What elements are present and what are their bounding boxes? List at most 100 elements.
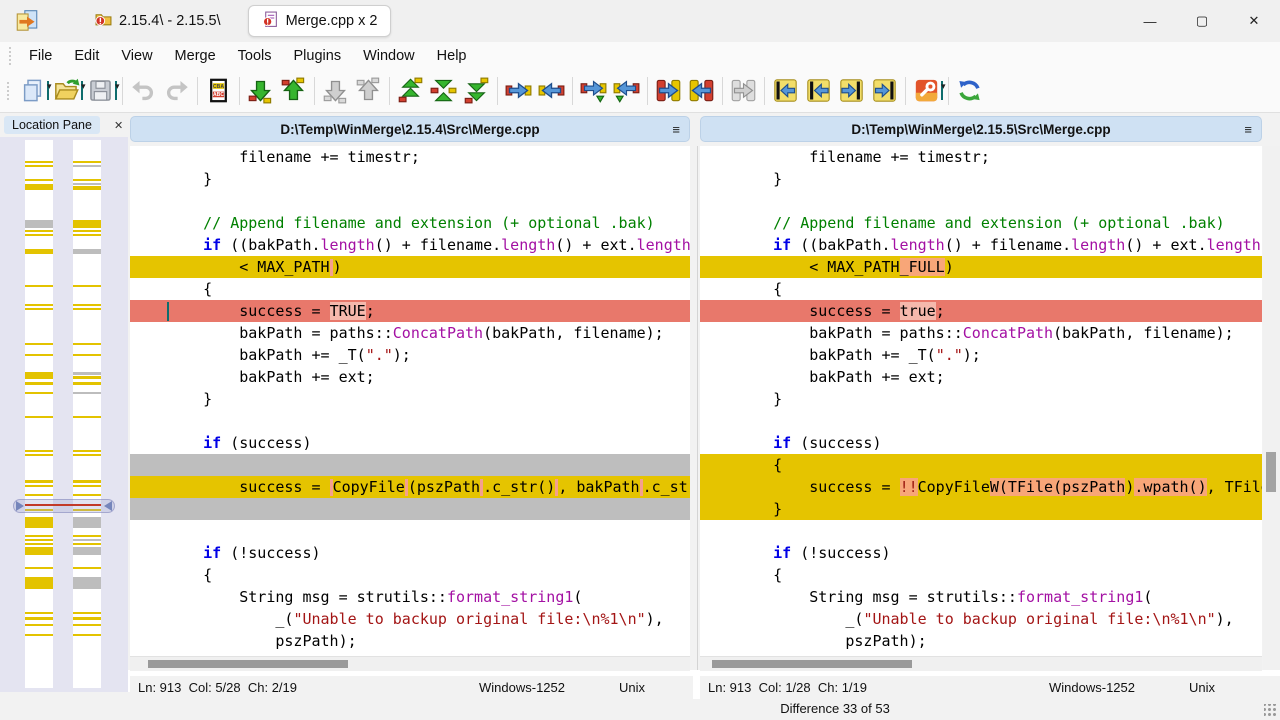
copy-left-advance-button[interactable] (610, 73, 643, 109)
menu-plugins[interactable]: Plugins (283, 45, 353, 67)
diff-location-bar[interactable] (25, 184, 53, 190)
refresh-button[interactable] (953, 73, 986, 109)
compare-abc-button[interactable]: CBAABC (202, 73, 235, 109)
resize-grip[interactable] (1264, 704, 1277, 717)
close-button[interactable]: ✕ (1228, 0, 1280, 42)
menu-merge[interactable]: Merge (164, 45, 227, 67)
diff-location-bar[interactable] (73, 485, 101, 487)
selected-diff-line[interactable]: success = true; (700, 300, 1262, 322)
code-line[interactable]: filename += timestr; (700, 146, 1262, 168)
diff-location-bar[interactable] (73, 392, 101, 394)
diff-location-bar[interactable] (73, 376, 101, 379)
diff-location-bar[interactable] (73, 234, 101, 236)
diff-location-bar[interactable] (25, 547, 53, 555)
location-pane-close-icon[interactable]: ✕ (114, 119, 123, 132)
new-file-dropdown-icon[interactable]: ▾ (47, 81, 49, 100)
diff-location-bar[interactable] (73, 454, 101, 456)
open-button[interactable]: ▾ (50, 73, 84, 109)
code-line[interactable]: bakPath += ext; (700, 366, 1262, 388)
code-line[interactable]: String msg = strutils::format_string1( (700, 586, 1262, 608)
diff-location-bar[interactable] (73, 382, 101, 385)
menu-edit[interactable]: Edit (63, 45, 110, 67)
code-line[interactable]: if ((bakPath.length() + filename.length(… (130, 234, 690, 256)
left-hscroll-thumb[interactable] (148, 660, 348, 668)
diff-location-bar[interactable] (73, 535, 101, 537)
conflict-prev-button[interactable] (352, 73, 385, 109)
diff-location-bar[interactable] (25, 220, 53, 228)
code-line[interactable] (130, 190, 690, 212)
diff-location-bar[interactable] (73, 308, 101, 310)
code-line[interactable]: bakPath += ext; (130, 366, 690, 388)
diff-location-bar[interactable] (25, 624, 53, 626)
copy-right-button[interactable] (502, 73, 535, 109)
left-code-area[interactable]: filename += timestr; } // Append filenam… (130, 146, 690, 656)
diff-location-bar[interactable] (73, 220, 101, 228)
location-view-indicator[interactable] (13, 499, 115, 513)
options-button[interactable]: ▾ (910, 73, 944, 109)
diff-location-bar[interactable] (25, 480, 53, 483)
diff-location-bar[interactable] (73, 186, 101, 190)
diff-location-bar[interactable] (73, 285, 101, 287)
diff-location-bar[interactable] (25, 382, 53, 385)
diff-line[interactable]: success = CopyFile(pszPath.c_str(), bakP… (130, 476, 690, 498)
auto-merge-button[interactable] (727, 73, 760, 109)
code-line[interactable]: if (!success) (130, 542, 690, 564)
diff-location-bar[interactable] (25, 494, 53, 496)
code-line[interactable]: } (130, 388, 690, 410)
left-pane-header[interactable]: D:\Temp\WinMerge\2.15.4\Src\Merge.cpp ≡ (130, 116, 690, 142)
diff-line[interactable]: < MAX_PATH) (130, 256, 690, 278)
code-line[interactable] (700, 410, 1262, 432)
diff-location-bar[interactable] (25, 539, 53, 541)
code-line[interactable]: } (700, 388, 1262, 410)
goto-left-edge-button[interactable] (769, 73, 802, 109)
diff-location-bar[interactable] (73, 354, 101, 356)
diff-line[interactable]: { (700, 454, 1262, 476)
goto-left-button[interactable] (802, 73, 835, 109)
diff-location-bar[interactable] (25, 392, 53, 394)
menu-help[interactable]: Help (426, 45, 478, 67)
copy-left-button[interactable] (535, 73, 568, 109)
diff-location-bar[interactable] (73, 547, 101, 555)
goto-right-button[interactable] (835, 73, 868, 109)
code-line[interactable] (130, 410, 690, 432)
save-button[interactable]: ▾ (84, 73, 118, 109)
code-line[interactable]: { (700, 278, 1262, 300)
code-line[interactable]: { (700, 564, 1262, 586)
diff-line[interactable]: < MAX_PATH_FULL) (700, 256, 1262, 278)
diff-location-bar[interactable] (25, 577, 53, 589)
diff-prev-button[interactable] (277, 73, 310, 109)
code-line[interactable]: bakPath += _T("."); (130, 344, 690, 366)
diff-location-bar[interactable] (25, 343, 53, 345)
diff-location-bar[interactable] (73, 480, 101, 483)
diff-location-bar[interactable] (25, 567, 53, 569)
menu-view[interactable]: View (110, 45, 163, 67)
diff-location-bar[interactable] (25, 517, 53, 528)
menu-file[interactable]: File (18, 45, 63, 67)
menu-window[interactable]: Window (352, 45, 426, 67)
diff-location-bar[interactable] (25, 535, 53, 537)
code-line[interactable]: } (700, 168, 1262, 190)
code-line[interactable] (700, 190, 1262, 212)
code-line[interactable]: if ((bakPath.length() + filename.length(… (700, 234, 1262, 256)
copy-right-advance-button[interactable] (577, 73, 610, 109)
hamburger-menu-icon[interactable]: ≡ (1244, 122, 1252, 137)
conflict-next-button[interactable] (319, 73, 352, 109)
diff-location-bar[interactable] (25, 450, 53, 452)
copy-all-left-button[interactable] (685, 73, 718, 109)
pane-splitter[interactable] (697, 146, 698, 670)
diff-location-bar[interactable] (73, 249, 101, 254)
tab-file-compare[interactable]: Merge.cpp x 2 (248, 5, 392, 37)
right-horizontal-scrollbar[interactable] (700, 656, 1262, 671)
diff-location-bar[interactable] (73, 617, 101, 620)
menu-tools[interactable]: Tools (227, 45, 283, 67)
code-line[interactable]: _("Unable to backup original file:\n%1\n… (700, 608, 1262, 630)
diff-location-bar[interactable] (25, 372, 53, 379)
vertical-scrollbar[interactable] (1263, 146, 1280, 670)
location-strip-left[interactable] (25, 140, 53, 688)
diff-location-bar[interactable] (73, 539, 101, 541)
diff-location-bar[interactable] (73, 416, 101, 418)
hamburger-menu-icon[interactable]: ≡ (672, 122, 680, 137)
diff-location-bar[interactable] (73, 543, 101, 545)
save-dropdown-icon[interactable]: ▾ (115, 81, 117, 100)
code-line[interactable]: filename += timestr; (130, 146, 690, 168)
